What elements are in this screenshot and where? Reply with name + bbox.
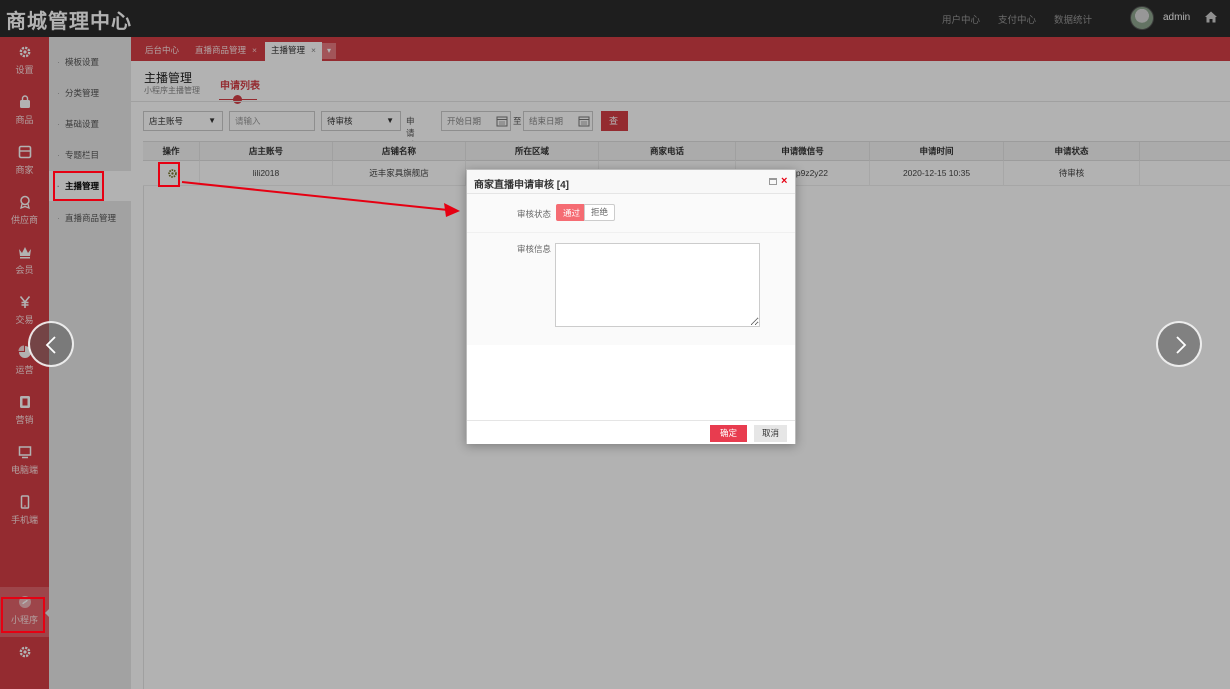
chevron-left-icon bbox=[45, 336, 56, 354]
chevron-right-icon bbox=[1176, 336, 1187, 354]
review-dialog: 商家直播申请审核 [4] × 审核状态 通过 拒绝 审核信息 确定 取消 bbox=[466, 169, 796, 444]
dialog-footer: 确定 取消 bbox=[467, 420, 795, 444]
status-row: 审核状态 通过 拒绝 bbox=[467, 194, 795, 233]
close-icon[interactable]: × bbox=[781, 175, 787, 187]
prev-slide-button[interactable] bbox=[28, 321, 74, 367]
approve-button[interactable]: 通过 bbox=[556, 204, 588, 221]
dialog-header: 商家直播申请审核 [4] × bbox=[467, 170, 795, 194]
dialog-title: 商家直播申请审核 [4] bbox=[474, 180, 569, 191]
info-row: 审核信息 bbox=[467, 233, 795, 345]
info-label: 审核信息 bbox=[517, 244, 552, 254]
confirm-button[interactable]: 确定 bbox=[710, 425, 748, 442]
maximize-icon[interactable] bbox=[769, 178, 777, 185]
next-slide-button[interactable] bbox=[1156, 321, 1202, 367]
status-label: 审核状态 bbox=[517, 209, 552, 219]
reject-button[interactable]: 拒绝 bbox=[584, 204, 616, 221]
review-info-textarea[interactable] bbox=[555, 243, 760, 327]
cancel-button[interactable]: 取消 bbox=[754, 425, 788, 442]
